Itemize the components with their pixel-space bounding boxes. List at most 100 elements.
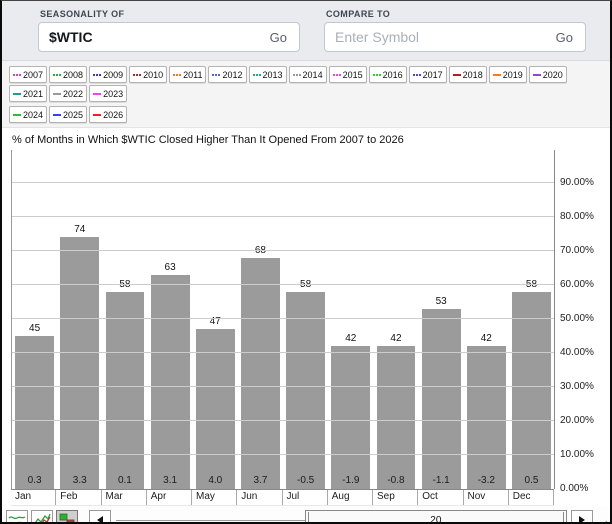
bar-oct: [422, 309, 461, 489]
year-button-2009[interactable]: 2009: [89, 66, 127, 83]
year-label: 2021: [23, 89, 43, 99]
year-marker-icon: [173, 74, 181, 76]
month-label-may: May: [192, 490, 237, 505]
bar-change-label: -1.9: [328, 475, 373, 486]
bar-value-label: 58: [102, 279, 147, 290]
year-marker-icon: [13, 74, 21, 76]
year-label: 2010: [143, 70, 163, 80]
bar-jan: [15, 336, 54, 489]
seasonality-symbol-box: Go: [38, 22, 300, 52]
bar-mar: [106, 292, 145, 489]
year-label: 2022: [63, 89, 83, 99]
year-marker-icon: [212, 74, 220, 76]
bar-apr: [151, 275, 190, 489]
bottom-toolbar: 20: [2, 506, 610, 524]
comparison-chart-icon[interactable]: [31, 510, 53, 524]
bar-value-label: 42: [464, 333, 509, 344]
scroll-left-button[interactable]: [89, 510, 111, 524]
month-label-apr: Apr: [147, 490, 192, 505]
header: SEASONALITY OF Go COMPARE TO Go: [2, 1, 610, 61]
chart-area: 450.3743.3580.1633.1474.0683.758-0.542-1…: [2, 150, 610, 506]
resize-grip-icon[interactable]: [596, 510, 608, 524]
month-label-oct: Oct: [418, 490, 463, 505]
bar-value-label: 42: [373, 333, 418, 344]
bar-slot-dec: 580.5: [509, 150, 554, 489]
bar-change-label: 3.1: [148, 475, 193, 486]
seasonality-bars-glyph: [58, 513, 76, 524]
year-button-2024[interactable]: 2024: [9, 106, 47, 123]
bar-change-label: 0.5: [509, 475, 554, 486]
chart-title: % of Months in Which $WTIC Closed Higher…: [2, 128, 610, 150]
year-label: 2015: [343, 70, 363, 80]
compare-symbol-box: Go: [324, 22, 586, 52]
year-button-2020[interactable]: 2020: [529, 66, 567, 83]
bar-slot-oct: 53-1.1: [419, 150, 464, 489]
year-button-2016[interactable]: 2016: [369, 66, 407, 83]
seasonality-go-button[interactable]: Go: [268, 28, 289, 47]
year-button-2014[interactable]: 2014: [289, 66, 327, 83]
year-button-2021[interactable]: 2021: [9, 85, 47, 102]
compare-symbol-input[interactable]: [335, 29, 554, 45]
years-strip: 200720082009 2010 2011 2012 2013 2014 2015 2016…: [2, 61, 610, 128]
month-label-aug: Aug: [328, 490, 373, 505]
compare-go-button[interactable]: Go: [554, 28, 575, 47]
scrollbar-track[interactable]: 20: [114, 510, 568, 524]
year-button-2025[interactable]: 2025: [49, 106, 87, 123]
year-button-2023[interactable]: 2023: [89, 85, 127, 102]
bar-value-label: 45: [12, 323, 57, 334]
bar-value-label: 42: [328, 333, 373, 344]
seasonality-symbol-input[interactable]: [49, 29, 268, 45]
bar-value-label: 58: [283, 279, 328, 290]
year-label: 2023: [103, 89, 123, 99]
bar-change-label: -0.8: [373, 475, 418, 486]
year-button-2026[interactable]: 2026: [89, 106, 127, 123]
month-label-jun: Jun: [237, 490, 282, 505]
scroll-right-button[interactable]: [571, 510, 593, 524]
bar-value-label: 58: [509, 279, 554, 290]
year-label: 2012: [222, 70, 242, 80]
year-button-2007[interactable]: 2007: [9, 66, 47, 83]
year-label: 2014: [303, 70, 323, 80]
year-button-2019[interactable]: 2019: [489, 66, 527, 83]
bar-slot-feb: 743.3: [57, 150, 102, 489]
year-button-2010[interactable]: 2010: [129, 66, 167, 83]
year-label: 2013: [263, 70, 283, 80]
year-button-2012[interactable]: 2012: [208, 66, 246, 83]
year-button-2018[interactable]: 2018: [449, 66, 487, 83]
year-label: 2011: [183, 70, 202, 80]
y-axis-tick-label: 20.00%: [560, 415, 594, 426]
bar-change-label: 0.3: [12, 475, 57, 486]
year-button-2011[interactable]: 2011: [169, 66, 206, 83]
year-marker-icon: [13, 93, 21, 95]
bar-slot-aug: 42 -1.9: [328, 150, 373, 489]
compare-to-label: COMPARE TO: [326, 9, 586, 19]
year-marker-icon: [93, 74, 101, 76]
seasonality-app-window: SEASONALITY OF Go COMPARE TO Go 20072008…: [0, 0, 612, 524]
seasonality-bars-icon[interactable]: [56, 510, 78, 524]
bar-dec: [512, 292, 551, 489]
scrollbar-thumb[interactable]: 20: [305, 510, 567, 524]
year-marker-icon: [413, 74, 421, 76]
year-button-2013[interactable]: 2013: [249, 66, 287, 83]
year-button-2015[interactable]: 2015: [329, 66, 367, 83]
year-button-2017[interactable]: 2017: [409, 66, 447, 83]
year-marker-icon: [53, 74, 61, 76]
line-chart-icon[interactable]: [6, 510, 28, 524]
bar-slot-jul: 58-0.5: [283, 150, 328, 489]
bar-change-label: 3.3: [57, 475, 102, 486]
year-label: 2020: [543, 70, 563, 80]
y-axis-tick-label: 40.00%: [560, 347, 594, 358]
year-buttons: 200720082009 2010 2011 2012 2013 2014 2015 2016…: [9, 66, 604, 123]
seasonality-field-group: SEASONALITY OF Go: [38, 7, 300, 52]
year-button-2008[interactable]: 2008: [49, 66, 87, 83]
bar-nov: [467, 346, 506, 489]
month-label-jan: Jan: [11, 490, 56, 505]
bar-slot-jan: 450.3: [12, 150, 57, 489]
comparison-chart-glyph: [33, 513, 51, 524]
year-marker-icon: [13, 114, 21, 116]
month-label-sep: Sep: [373, 490, 418, 505]
year-marker-icon: [93, 93, 101, 95]
y-axis-tick-label: 30.00%: [560, 381, 594, 392]
year-label: 2016: [383, 70, 403, 80]
year-button-2022[interactable]: 2022: [49, 85, 87, 102]
